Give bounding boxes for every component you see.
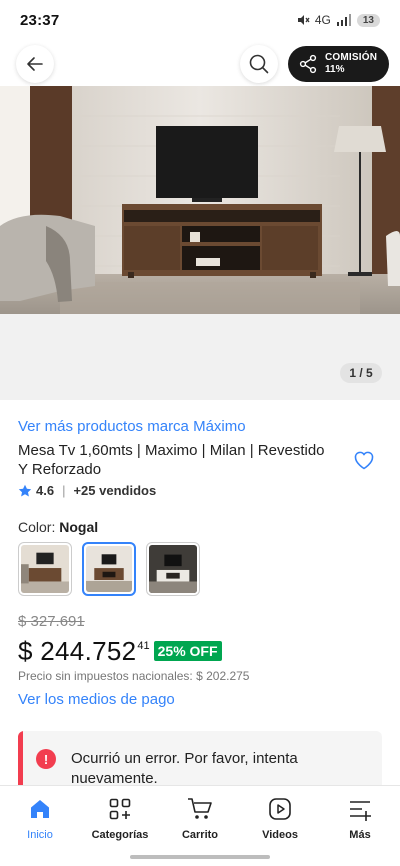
nav-item-inicio[interactable]: Inicio: [0, 796, 80, 841]
color-label: Color:: [18, 519, 56, 535]
product-top-bar: COMISIÓN 11%: [0, 40, 400, 88]
price-cents: 41: [137, 640, 150, 652]
commission-value: 11%: [325, 64, 345, 75]
mute-icon: [297, 15, 310, 25]
search-button[interactable]: [240, 45, 278, 83]
cart-icon: [187, 796, 213, 822]
color-swatch-3[interactable]: [146, 542, 200, 596]
nav-label: Carrito: [181, 829, 219, 841]
arrow-left-icon: [27, 57, 43, 71]
home-indicator[interactable]: [130, 855, 270, 859]
video-icon: [267, 796, 293, 822]
product-image-gallery[interactable]: [0, 86, 400, 314]
color-name: Nogal: [59, 519, 99, 535]
share-commission-button[interactable]: COMISIÓN 11%: [288, 46, 389, 82]
status-icons: 4G 13: [296, 13, 380, 27]
back-button[interactable]: [16, 45, 54, 83]
battery-indicator: 13: [356, 13, 380, 27]
swatch-thumbnail: [86, 546, 132, 592]
categories-icon: [107, 796, 133, 822]
color-swatch-2[interactable]: [82, 542, 136, 596]
error-message-text: Ocurrió un error. Por favor, intenta nue…: [71, 750, 298, 787]
product-title: Mesa Tv 1,60mts | Maximo | Milan | Reves…: [18, 442, 325, 478]
share-icon: [299, 54, 317, 74]
home-icon: [27, 796, 53, 822]
swatch-thumbnail: [21, 545, 69, 593]
favorite-button[interactable]: [348, 444, 380, 476]
brand-link[interactable]: Ver más productos marca Máximo: [18, 418, 246, 435]
nav-item-videos[interactable]: Videos: [240, 796, 320, 841]
rating-value: 4.6: [36, 483, 55, 498]
sold-count: +25 vendidos: [73, 483, 157, 498]
nav-item-carrito[interactable]: Carrito: [160, 796, 240, 841]
color-swatches: [18, 542, 200, 596]
nav-label: Más: [349, 829, 371, 841]
nav-label: Inicio: [27, 829, 53, 841]
payment-methods-link[interactable]: Ver los medios de pago: [18, 691, 175, 708]
nav-item-categorias[interactable]: Categorías: [80, 796, 160, 841]
signal-icon: [336, 14, 351, 26]
heart-icon: [354, 451, 374, 470]
error-message-box: ! Ocurrió un error. Por favor, intenta n…: [18, 731, 382, 793]
color-swatch-1[interactable]: [18, 542, 72, 596]
search-icon: [249, 54, 269, 74]
gallery-background: [0, 314, 400, 400]
original-price: $ 327.691: [18, 613, 85, 630]
more-menu-icon: [347, 796, 373, 822]
star-icon: [18, 484, 32, 496]
nav-item-mas[interactable]: Más: [320, 796, 400, 841]
commission-label: COMISIÓN: [325, 52, 378, 63]
color-selector-label: Color: Nogal: [18, 519, 98, 535]
rating-row[interactable]: 4.6 | +25 vendidos: [18, 483, 156, 498]
current-price: $ 244.752 41 25% OFF: [18, 636, 222, 667]
discount-badge: 25% OFF: [153, 641, 222, 661]
rating-separator: |: [62, 483, 66, 498]
status-time: 23:37: [20, 11, 60, 29]
product-photo: [0, 86, 400, 314]
nav-label: Videos: [262, 829, 298, 841]
status-bar: 23:37 4G 13: [0, 0, 400, 40]
gallery-page-indicator: 1 / 5: [340, 363, 382, 383]
nav-label: Categorías: [91, 829, 149, 841]
swatch-thumbnail: [149, 545, 197, 593]
error-icon: !: [36, 749, 56, 769]
price-amount: $ 244.752: [18, 636, 137, 666]
price-without-taxes: Precio sin impuestos nacionales: $ 202.2…: [18, 669, 250, 683]
bottom-navigation: Inicio Categorías Carrito Videos Más: [0, 785, 400, 866]
network-type: 4G: [314, 13, 331, 27]
